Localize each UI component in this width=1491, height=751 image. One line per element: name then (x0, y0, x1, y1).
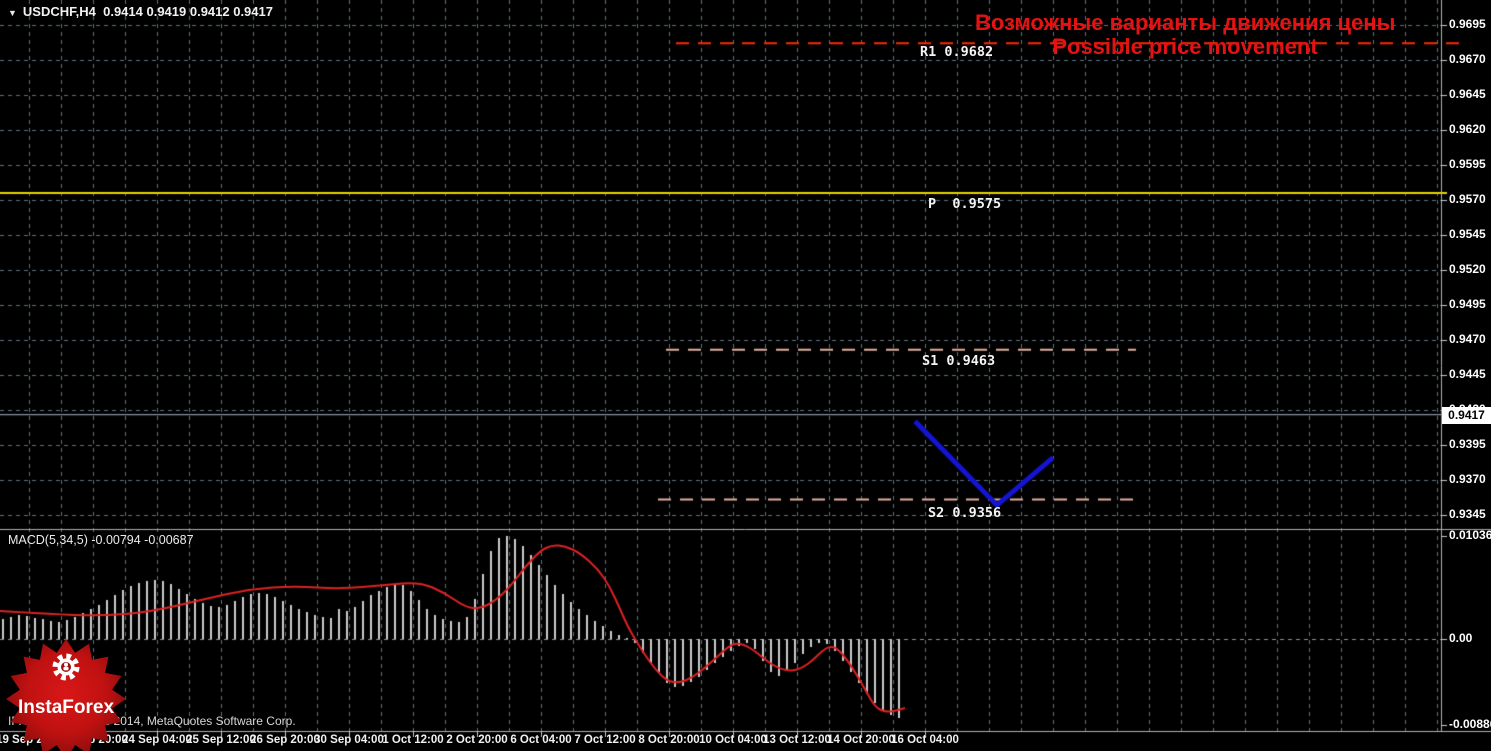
symbol-header: ▼ USDCHF,H4 0.9414 0.9419 0.9412 0.9417 (8, 4, 273, 19)
time-axis-label: 30 Sep 04:00 (314, 734, 384, 746)
price-axis-label: 0.9570 (1449, 192, 1486, 206)
price-axis-label: 0.9470 (1449, 332, 1486, 346)
time-axis-label: 7 Oct 12:00 (574, 734, 636, 746)
chart-canvas[interactable] (0, 0, 1491, 751)
macd-indicator-label: MACD(5,34,5) -0.00794 -0.00687 (8, 533, 194, 547)
price-axis-label: 0.9545 (1449, 227, 1486, 241)
time-axis-label: 2 Oct 20:00 (446, 734, 508, 746)
macd-axis-label: 0.00 (1449, 631, 1473, 645)
level-label-p: P 0.9575 (928, 196, 1002, 212)
instaforex-logo: InstaForex (4, 635, 128, 751)
level-label-s1: S1 0.9463 (922, 353, 996, 369)
price-axis-label: 0.9370 (1449, 472, 1486, 486)
time-axis-label: 1 Oct 12:00 (382, 734, 444, 746)
time-axis-label: 16 Oct 04:00 (891, 734, 959, 746)
macd-axis-label: 0.01036 (1449, 528, 1491, 542)
starburst-badge (6, 639, 126, 751)
chart-window: ▼ USDCHF,H4 0.9414 0.9419 0.9412 0.9417 В… (0, 0, 1491, 751)
price-axis-label: 0.9345 (1449, 507, 1486, 521)
price-axis-label: 0.9495 (1449, 297, 1486, 311)
price-axis-label: 0.9695 (1449, 17, 1486, 31)
logo-text: InstaForex (18, 697, 115, 718)
price-axis-label: 0.9595 (1449, 157, 1486, 171)
time-axis-label: 13 Oct 12:00 (763, 734, 831, 746)
price-axis-label: 0.9520 (1449, 262, 1486, 276)
time-axis-label: 14 Oct 20:00 (827, 734, 895, 746)
annotation-line-en: Possible price movement (1052, 34, 1318, 59)
annotation-line-ru: Возможные варианты движения цены (975, 10, 1396, 35)
time-axis-label: 24 Sep 04:00 (122, 734, 192, 746)
chevron-down-icon[interactable]: ▼ (8, 8, 17, 18)
price-axis-label: 0.9620 (1449, 122, 1486, 136)
time-axis-label: 10 Oct 04:00 (699, 734, 767, 746)
time-axis-label: 26 Sep 20:00 (250, 734, 320, 746)
time-axis-label: 8 Oct 20:00 (638, 734, 700, 746)
price-axis-label: 0.9395 (1449, 437, 1486, 451)
current-price-marker: 0.9417 (1442, 407, 1491, 424)
price-axis-label: 0.9445 (1449, 367, 1486, 381)
level-label-r1: R1 0.9682 (920, 44, 994, 60)
level-label-s2: S2 0.9356 (928, 505, 1002, 521)
price-axis-label: 0.9645 (1449, 87, 1486, 101)
symbol-ohlc-text: USDCHF,H4 0.9414 0.9419 0.9412 0.9417 (22, 4, 273, 19)
time-axis-label: 6 Oct 04:00 (510, 734, 572, 746)
time-axis-label: 25 Sep 12:00 (186, 734, 256, 746)
macd-axis-label: -0.00886 (1449, 717, 1491, 731)
price-axis-label: 0.9670 (1449, 52, 1486, 66)
